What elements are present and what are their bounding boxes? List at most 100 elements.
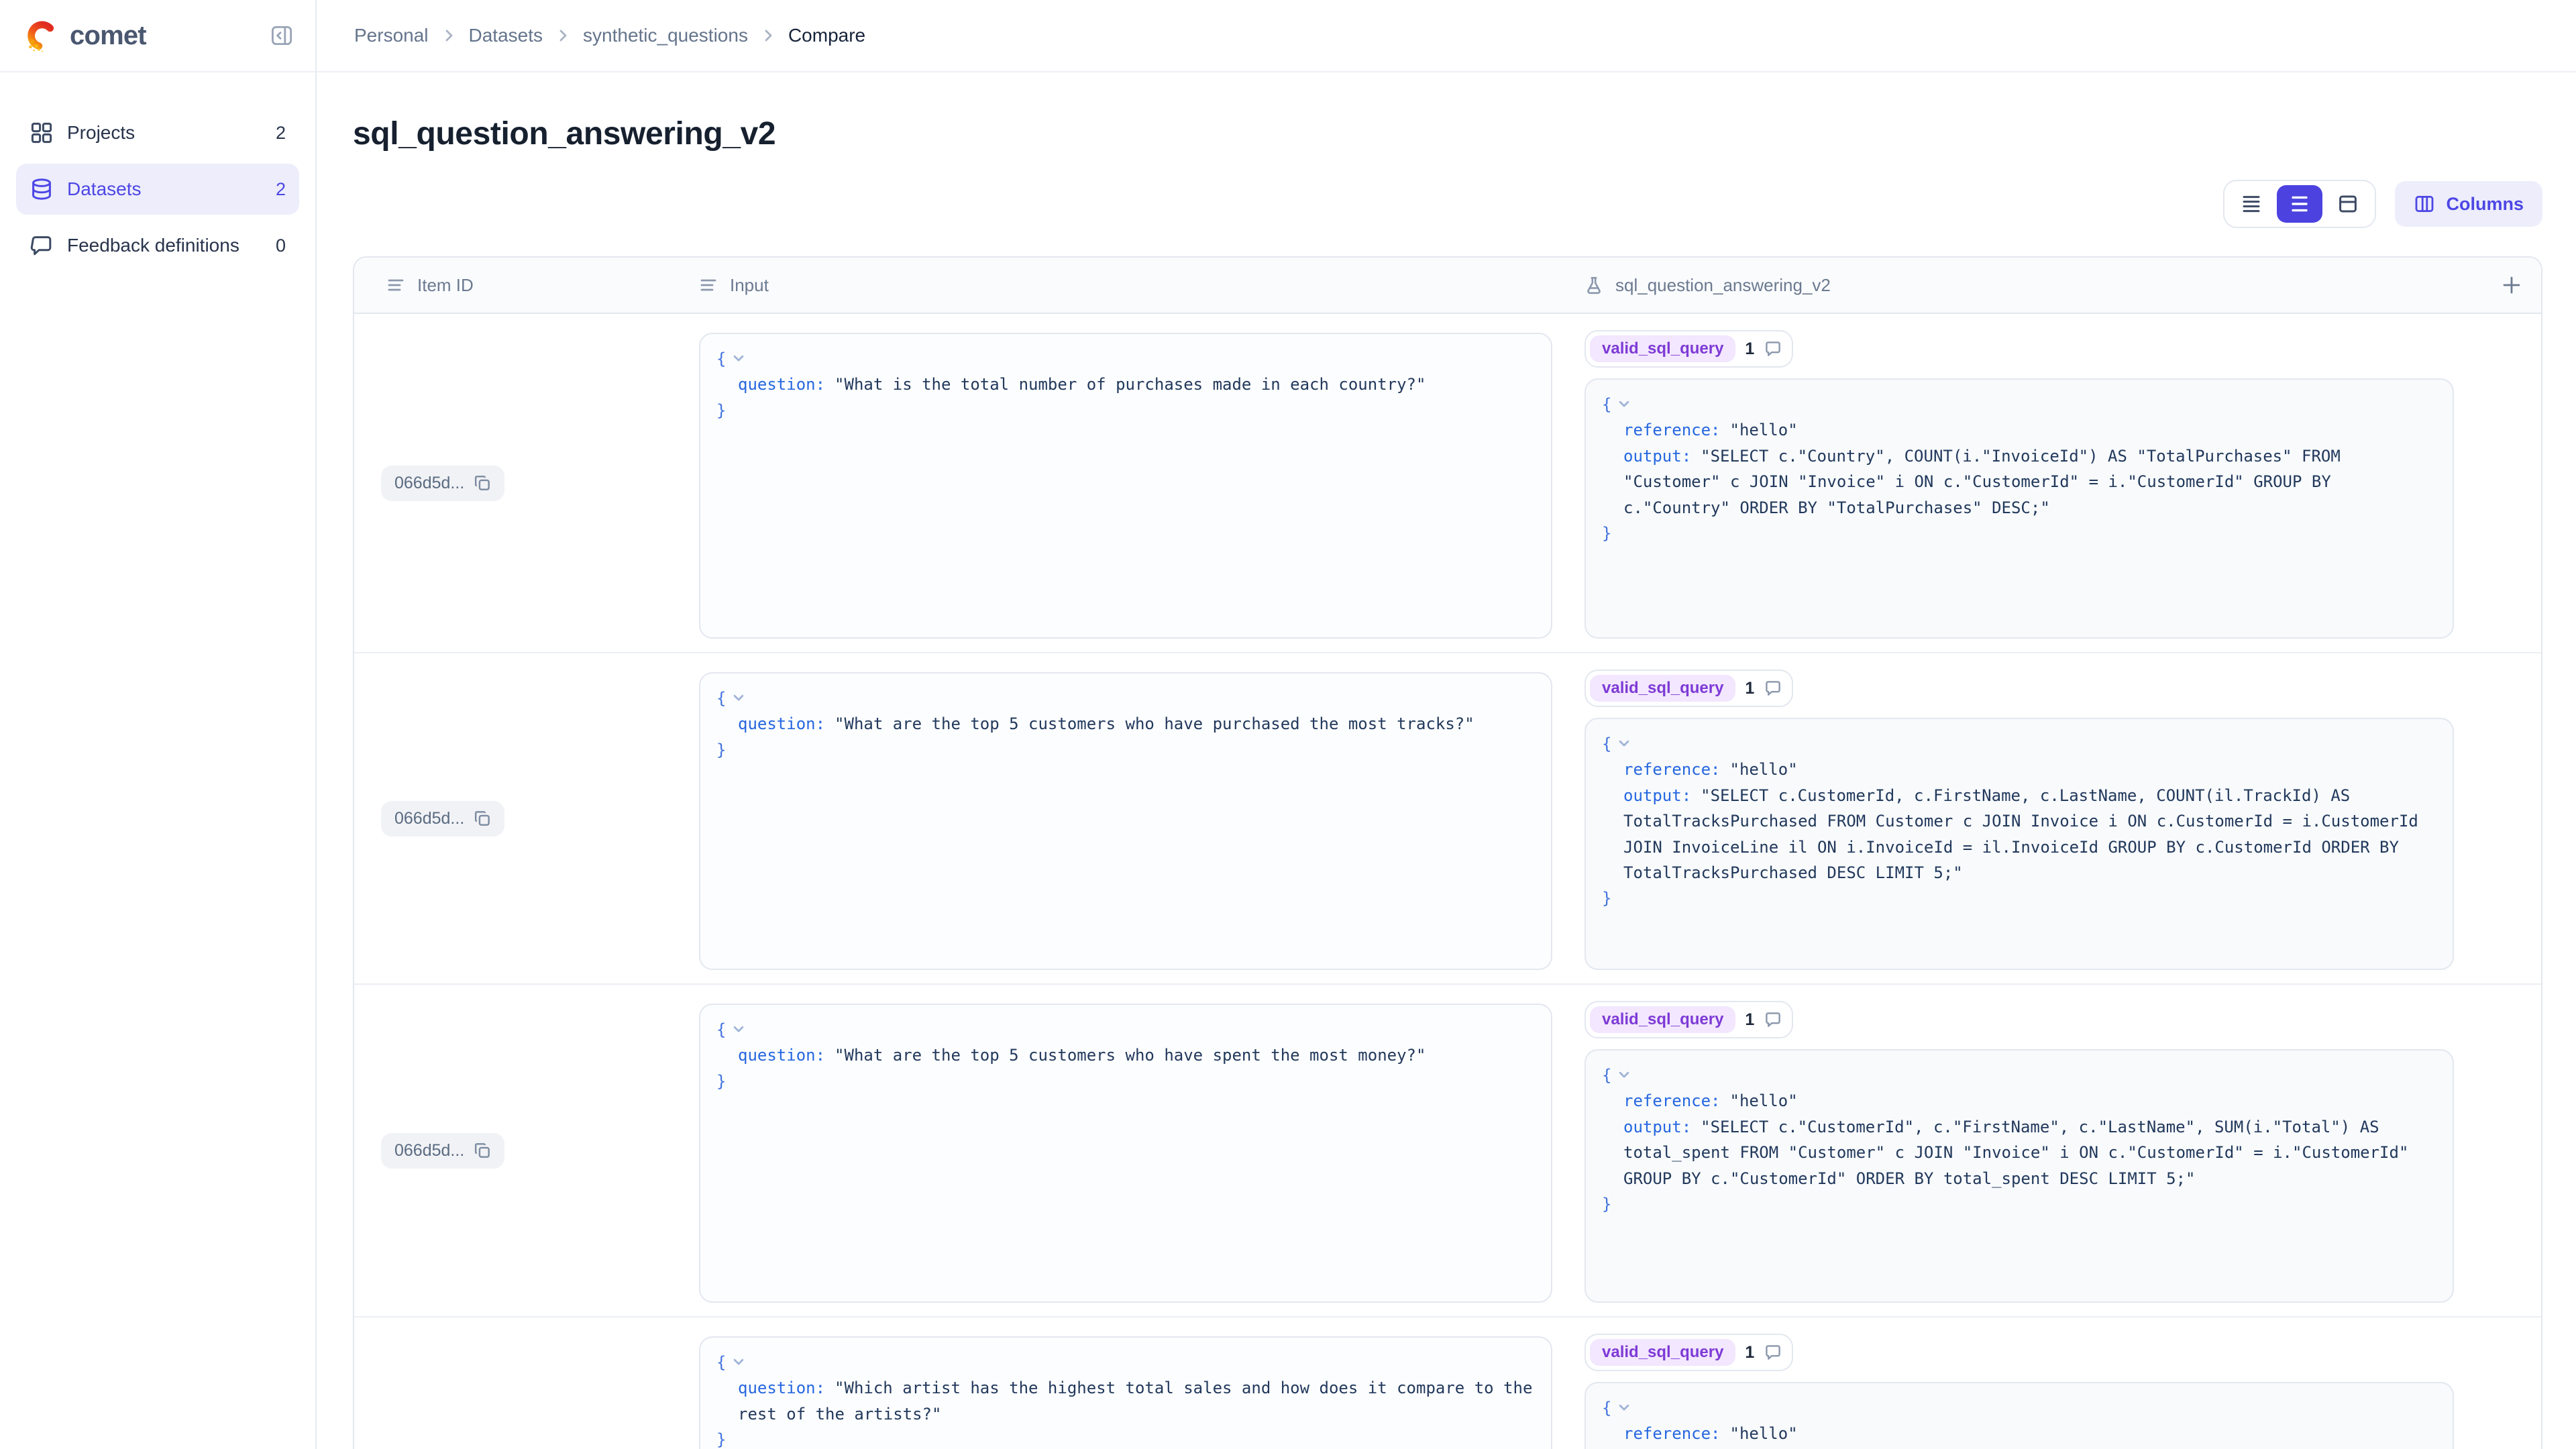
flask-icon	[1585, 276, 1603, 294]
json-key: question:	[738, 714, 826, 734]
chevron-down-icon[interactable]	[1617, 1067, 1631, 1082]
output-json-box[interactable]: { reference: "hello" output: "SELECT c."Cu…	[1585, 1049, 2454, 1303]
sidebar-item-label: Datasets	[67, 178, 142, 199]
table-header-row: Item ID Input sql_question_answering_v2	[354, 258, 2541, 314]
input-cell[interactable]: { question: "What are the top 5 customers…	[683, 985, 1568, 1316]
column-header-label: Input	[730, 274, 769, 295]
sidebar-item-datasets[interactable]: Datasets 2	[16, 164, 299, 215]
experiment-output-cell: valid_sql_query 1 { reference:"hello" ou…	[1568, 653, 2541, 983]
page-content: sql_question_answering_v2 Columns Item I…	[317, 72, 2576, 1449]
json-open-brace: {	[1602, 1399, 1612, 1417]
add-experiment-button[interactable]	[2501, 274, 2522, 296]
item-id-cell: 066d5d...	[354, 314, 683, 652]
chevron-down-icon[interactable]	[1617, 736, 1631, 751]
item-id-cell: 066d5d...	[354, 985, 683, 1316]
plus-icon	[2501, 274, 2522, 296]
row-height-small-button[interactable]	[2229, 185, 2274, 223]
sidebar-item-projects[interactable]: Projects 2	[16, 107, 299, 158]
breadcrumb-item-dataset-name[interactable]: synthetic_questions	[583, 25, 748, 46]
input-cell[interactable]: { question: "What are the top 5 customers…	[683, 653, 1568, 983]
item-id-value: 066d5d...	[394, 1140, 465, 1160]
comment-bubble-icon[interactable]	[1764, 1010, 1782, 1029]
chevron-right-icon	[555, 28, 571, 44]
feedback-score-badge[interactable]: valid_sql_query	[1590, 1339, 1736, 1366]
logo-wordmark: comet	[70, 20, 147, 50]
json-key: question:	[738, 1379, 826, 1398]
json-value: "What is the total number of purchases m…	[835, 375, 1426, 394]
comment-bubble-icon[interactable]	[1764, 1343, 1782, 1362]
text-lines-icon	[386, 276, 405, 294]
topbar: Personal Datasets synthetic_questions Co…	[317, 0, 2576, 72]
item-id-cell: 066d5d...	[354, 653, 683, 983]
item-id-badge[interactable]: 066d5d...	[381, 800, 505, 837]
output-json-box[interactable]: { reference: "hello" output: "SELECT c.Cus…	[1585, 718, 2454, 970]
main-area: Personal Datasets synthetic_questions Co…	[317, 0, 2576, 1449]
column-header-item-id[interactable]: Item ID	[354, 258, 683, 313]
sidebar-item-count: 2	[275, 122, 286, 143]
json-value: "hello"	[1729, 760, 1798, 780]
input-cell[interactable]: { question: "What is the total number of …	[683, 314, 1568, 652]
json-key: question:	[738, 375, 826, 394]
column-header-experiment[interactable]: sql_question_answering_v2	[1568, 258, 2541, 313]
feedback-score-badge[interactable]: valid_sql_query	[1590, 675, 1736, 702]
chevron-down-icon[interactable]	[731, 1022, 746, 1036]
breadcrumb-item-datasets[interactable]: Datasets	[469, 25, 543, 46]
comment-bubble-icon[interactable]	[1764, 339, 1782, 358]
json-value: "hello"	[1729, 1091, 1798, 1111]
item-id-badge[interactable]: 066d5d...	[381, 465, 505, 501]
chevron-down-icon[interactable]	[1617, 1400, 1631, 1415]
item-id-value: 066d5d...	[394, 473, 465, 492]
item-id-badge[interactable]: 066d5d...	[381, 1132, 505, 1169]
json-value: "hello"	[1729, 1424, 1798, 1444]
json-close-brace: }	[1602, 523, 1612, 543]
json-value: "What are the top 5 customers who have p…	[835, 714, 1474, 734]
chevron-down-icon[interactable]	[731, 1354, 746, 1369]
json-close-brace: }	[716, 1071, 727, 1091]
chevron-down-icon[interactable]	[731, 351, 746, 366]
json-close-brace: }	[1602, 889, 1612, 908]
output-json-box[interactable]: { reference: "hello" output: "SELECT c."Co…	[1585, 378, 2454, 639]
breadcrumb: Personal Datasets synthetic_questions Co…	[354, 25, 865, 46]
json-open-brace: {	[1602, 395, 1612, 414]
sidebar-collapse-icon[interactable]	[270, 23, 294, 48]
output-json-box[interactable]: { reference:"hello" output:"SELECT ar."N…	[1585, 1382, 2454, 1449]
table-row: 066d5d... { question: "What is the total …	[354, 314, 2541, 653]
json-key: reference:	[1623, 421, 1721, 440]
breadcrumb-item-personal[interactable]: Personal	[354, 25, 429, 46]
json-key: output:	[1623, 446, 1692, 466]
text-lines-icon	[699, 276, 718, 294]
comet-logo[interactable]: comet	[24, 18, 147, 53]
chevron-down-icon[interactable]	[731, 690, 746, 705]
json-close-brace: }	[1602, 1194, 1612, 1214]
column-header-input[interactable]: Input	[683, 258, 1568, 313]
comment-bubble-icon[interactable]	[1764, 679, 1782, 698]
row-height-medium-button[interactable]	[2277, 185, 2323, 223]
json-key: output:	[1623, 1117, 1692, 1136]
feedback-score-badge[interactable]: valid_sql_query	[1590, 335, 1736, 362]
sidebar-item-feedback-definitions[interactable]: Feedback definitions 0	[16, 220, 299, 271]
feedback-score-count: 1	[1745, 1342, 1755, 1362]
column-header-label: sql_question_answering_v2	[1615, 274, 1831, 295]
feedback-score-badge[interactable]: valid_sql_query	[1590, 1006, 1736, 1033]
row-height-large-button[interactable]	[2325, 185, 2371, 223]
json-value: "SELECT c.CustomerId, c.FirstName, c.Las…	[1623, 786, 2418, 882]
input-cell[interactable]: { question: "Which artist has the highest…	[683, 1318, 1568, 1449]
chevron-right-icon	[441, 28, 457, 44]
json-key: reference:	[1623, 1091, 1721, 1111]
copy-icon[interactable]	[474, 1142, 491, 1159]
copy-icon[interactable]	[474, 810, 491, 827]
chevron-down-icon[interactable]	[1617, 396, 1631, 411]
json-key: reference:	[1623, 1424, 1721, 1444]
columns-button[interactable]: Columns	[2395, 181, 2542, 227]
experiment-output-cell: valid_sql_query 1 { reference:"hello" ou…	[1568, 1318, 2541, 1449]
feedback-score-container: valid_sql_query 1	[1585, 669, 1794, 707]
json-open-brace: {	[1602, 1066, 1612, 1085]
feedback-score-count: 1	[1745, 339, 1755, 358]
json-open-brace: {	[716, 689, 727, 708]
copy-icon[interactable]	[474, 474, 491, 492]
sidebar-item-count: 2	[275, 178, 286, 199]
item-id-value: 066d5d...	[394, 808, 465, 828]
json-open-brace: {	[716, 1353, 727, 1372]
sidebar-header: comet	[0, 0, 315, 72]
columns-icon	[2414, 193, 2435, 215]
